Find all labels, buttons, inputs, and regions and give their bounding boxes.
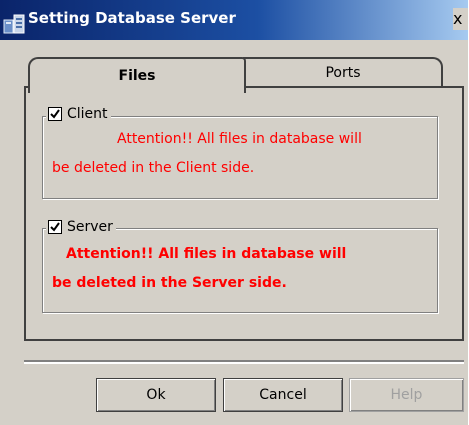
server-warning-line-1: Attention!! All files in database will xyxy=(66,246,347,262)
tab-ports[interactable]: Ports xyxy=(243,57,443,87)
ok-button[interactable]: Ok xyxy=(96,378,216,412)
checkmark-icon xyxy=(50,109,60,119)
server-groupbox xyxy=(42,228,438,313)
tab-files[interactable]: Files xyxy=(28,57,246,93)
checkmark-icon xyxy=(50,222,60,232)
server-checkbox[interactable] xyxy=(48,220,62,234)
client-checkbox-label: Client xyxy=(67,106,108,122)
help-button: Help xyxy=(349,378,464,412)
server-checkbox-row[interactable]: Server xyxy=(46,219,116,235)
server-checkbox-label: Server xyxy=(67,219,113,235)
title-bar[interactable]: Setting Database Server x xyxy=(0,0,468,40)
client-checkbox[interactable] xyxy=(48,107,62,121)
server-warning-line-2: be deleted in the Server side. xyxy=(52,275,287,291)
database-server-icon xyxy=(3,12,25,34)
client-groupbox xyxy=(42,116,438,199)
cancel-button[interactable]: Cancel xyxy=(223,378,343,412)
dialog-window: Setting Database Server x Files Ports Cl… xyxy=(0,0,468,425)
separator-line xyxy=(24,360,464,364)
client-checkbox-row[interactable]: Client xyxy=(46,106,111,122)
window-title: Setting Database Server xyxy=(28,9,236,27)
client-warning-line-1: Attention!! All files in database will xyxy=(117,131,362,147)
close-button[interactable]: x xyxy=(453,8,468,30)
client-warning-line-2: be deleted in the Client side. xyxy=(52,160,255,176)
